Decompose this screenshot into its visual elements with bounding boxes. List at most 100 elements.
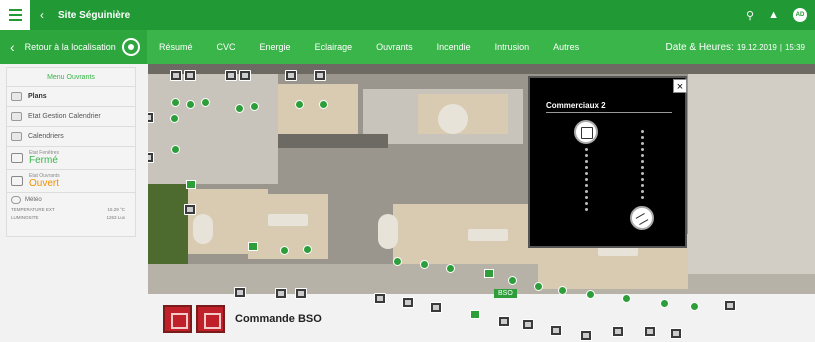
sidebar-item-calendars[interactable]: Calendriers <box>7 127 135 147</box>
sensor-dot[interactable] <box>186 100 195 109</box>
sensor-dot[interactable] <box>280 246 289 255</box>
bso-lower-button[interactable] <box>163 305 192 333</box>
weather-panel: Météo TEMPERATURE EXT 15.29 °C LUMINOSIT… <box>7 193 135 223</box>
bso-control-icon[interactable] <box>670 328 682 339</box>
sensor-dot[interactable] <box>295 100 304 109</box>
calendar-icon <box>11 132 22 141</box>
back-to-location-button[interactable]: ‹ Retour à la localisation <box>0 30 147 64</box>
sensor-dot[interactable] <box>558 286 567 295</box>
layers-icon <box>11 92 22 101</box>
tab-cvc[interactable]: CVC <box>205 42 248 52</box>
bso-control-icon[interactable] <box>275 288 287 299</box>
bso-command: Commande BSO <box>163 305 322 333</box>
sensor-dot[interactable] <box>303 245 312 254</box>
bso-control-icon[interactable] <box>550 325 562 336</box>
window-control-icon[interactable] <box>314 70 326 81</box>
window-control-icon[interactable] <box>225 70 237 81</box>
sensor-square[interactable] <box>248 242 258 251</box>
bso-control-icon[interactable] <box>522 319 534 330</box>
sensor-dot[interactable] <box>250 102 259 111</box>
wall <box>278 134 388 148</box>
sensor-dot[interactable] <box>201 98 210 107</box>
sidebar-item-calendar-state[interactable]: Etat Gestion Calendrier <box>7 107 135 127</box>
tab-incendie[interactable]: Incendie <box>425 42 483 52</box>
weather-row-value: 15.29 °C <box>107 207 125 212</box>
user-avatar[interactable]: AD <box>793 8 807 22</box>
door-icon <box>11 176 23 186</box>
table <box>193 214 213 244</box>
window-control-icon[interactable] <box>148 152 154 163</box>
window-control-icon[interactable] <box>184 70 196 81</box>
floor-plan: BSO <box>148 64 815 342</box>
tab-eclairage[interactable]: Eclairage <box>303 42 365 52</box>
bso-control-icon[interactable] <box>498 316 510 327</box>
bso-control-icon[interactable] <box>295 288 307 299</box>
sensor-dot[interactable] <box>420 260 429 269</box>
bso-active-icon[interactable] <box>470 310 480 319</box>
window-control-icon[interactable] <box>148 112 154 123</box>
round-table <box>438 104 468 134</box>
sensor-dot[interactable] <box>393 257 402 266</box>
sensor-dot[interactable] <box>660 299 669 308</box>
window-state: Etat Fenêtres Fermé <box>7 147 135 170</box>
weather-title: Météo <box>25 197 42 203</box>
tab-ouvrants[interactable]: Ouvrants <box>364 42 425 52</box>
sensor-dot[interactable] <box>586 290 595 299</box>
gear-icon <box>121 38 140 56</box>
sensor-dot[interactable] <box>534 282 543 291</box>
sensor-square[interactable] <box>186 180 196 189</box>
bso-control-icon[interactable] <box>580 330 592 341</box>
bso-label: BSO <box>494 289 517 298</box>
tab-intrusion[interactable]: Intrusion <box>483 42 542 52</box>
tab-energie[interactable]: Energie <box>248 42 303 52</box>
bso-control-icon[interactable] <box>612 326 624 337</box>
window-control-icon[interactable] <box>239 70 251 81</box>
window-control-icon[interactable] <box>285 70 297 81</box>
top-bar: ‹ Site Séguinière ⚲ ▲ AD <box>0 0 815 30</box>
tab-autres[interactable]: Autres <box>541 42 591 52</box>
bell-icon[interactable]: ▲ <box>768 9 779 21</box>
blind-up-icon[interactable] <box>574 120 598 144</box>
date-time: Date & Heures: 19.12.2019 | 15:39 <box>665 30 805 64</box>
blind-tilt-icon[interactable] <box>630 206 654 230</box>
close-icon[interactable]: × <box>673 79 687 93</box>
blind-tilt-track <box>641 130 644 202</box>
top-right-actions: ⚲ ▲ AD <box>746 0 807 30</box>
sidebar-background <box>0 240 148 342</box>
bso-raise-button[interactable] <box>196 305 225 333</box>
chevron-left-icon: ‹ <box>10 39 15 55</box>
bso-control-icon[interactable] <box>430 302 442 313</box>
sidebar-item-plans[interactable]: Plans <box>7 87 135 107</box>
datetime-label: Date & Heures: <box>665 41 734 53</box>
sidebar-item-label: Calendriers <box>28 133 64 140</box>
sensor-dot[interactable] <box>319 100 328 109</box>
sensor-dot[interactable] <box>171 145 180 154</box>
bso-control-icon[interactable] <box>402 297 414 308</box>
layers-icon <box>11 112 22 121</box>
bso-control-icon[interactable] <box>234 287 246 298</box>
sensor-dot[interactable] <box>508 276 517 285</box>
menu-icon[interactable] <box>0 0 30 30</box>
app-root: ‹ Site Séguinière ⚲ ▲ AD ‹ Retour à la l… <box>0 0 815 342</box>
window-control-icon[interactable] <box>170 70 182 81</box>
sensor-dot[interactable] <box>171 98 180 107</box>
garden <box>148 184 188 264</box>
bso-control-icon[interactable] <box>644 326 656 337</box>
tab-resume[interactable]: Résumé <box>147 42 205 52</box>
sensor-dot[interactable] <box>170 114 179 123</box>
bso-control-icon[interactable] <box>724 300 736 311</box>
window-control-icon[interactable] <box>184 204 196 215</box>
sensor-dot[interactable] <box>446 264 455 273</box>
back-chevron-icon[interactable]: ‹ <box>40 8 44 22</box>
sensor-dot[interactable] <box>690 302 699 311</box>
sensor-dot[interactable] <box>622 294 631 303</box>
bso-control-icon[interactable] <box>374 293 386 304</box>
room-popup: × Commerciaux 2 <box>528 76 687 248</box>
sensor-dot[interactable] <box>235 104 244 113</box>
sidebar-item-label: Etat Gestion Calendrier <box>28 113 101 120</box>
site-title: Site Séguinière <box>58 9 131 21</box>
sidebar: Menu Ouvrants Plans Etat Gestion Calendr… <box>6 67 136 237</box>
search-icon[interactable]: ⚲ <box>746 9 754 22</box>
sensor-square[interactable] <box>484 269 494 278</box>
blind-position-track <box>585 148 588 214</box>
